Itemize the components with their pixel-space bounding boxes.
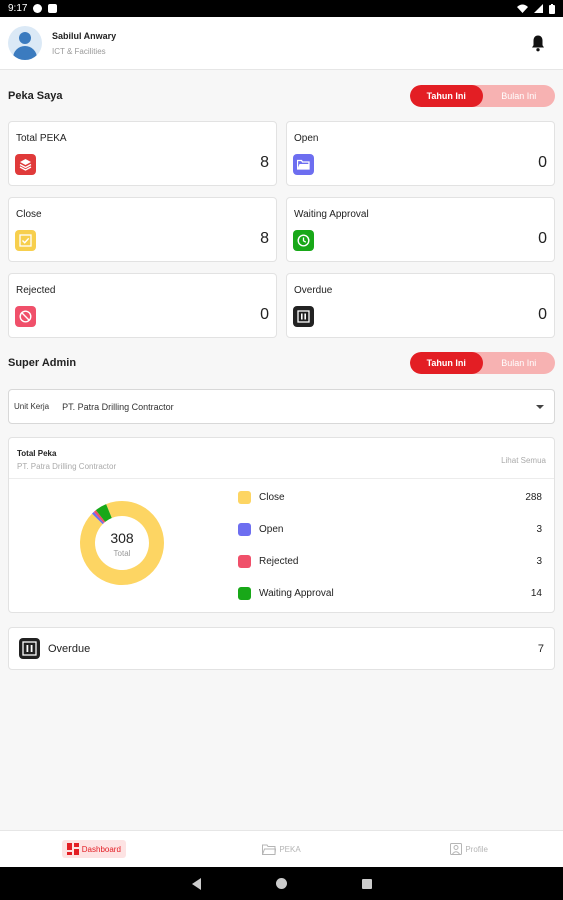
overdue-value: 7 [537, 642, 544, 655]
card-label: Rejected [16, 285, 56, 296]
card-label: Total PEKA [16, 133, 67, 144]
card-value: 0 [538, 230, 547, 247]
legend-label: Open [259, 523, 284, 535]
nav-peka-label: PEKA [279, 844, 301, 854]
tab-tahun-ini[interactable]: Tahun Ini [410, 352, 483, 374]
dashboard-icon [66, 843, 79, 855]
card-value: 0 [538, 306, 547, 323]
card-value: 0 [538, 154, 547, 171]
card-label: Close [16, 209, 42, 220]
status-bar: 9:17 [0, 0, 563, 17]
pause-box-icon [19, 638, 40, 659]
card-value: 0 [260, 306, 269, 323]
nav-profile[interactable]: Profile [375, 843, 563, 855]
legend-label: Close [259, 491, 285, 503]
app-notification-icon [33, 4, 43, 13]
prohibited-icon [15, 306, 36, 327]
folder-icon [262, 844, 277, 855]
card-value: 8 [260, 230, 269, 247]
donut-total: 308 [110, 530, 134, 546]
unit-kerja-label: Unit Kerja [14, 402, 50, 411]
user-info: Sabilul Anwary ICT & Facilities [52, 31, 116, 56]
storage-icon [48, 4, 58, 13]
user-name: Sabilul Anwary [52, 30, 117, 41]
stat-card-open[interactable]: Open 0 [286, 121, 555, 186]
check-square-icon [15, 230, 36, 251]
status-time: 9:17 [8, 3, 28, 14]
legend-item-rejected: Rejected 3 [238, 553, 542, 569]
card-label: Overdue [294, 285, 333, 296]
total-peka-card: Total Peka PT. Patra Drilling Contractor… [8, 437, 555, 613]
period-toggle: Tahun Ini Bulan Ini [410, 352, 555, 374]
legend-item-close: Close 288 [238, 489, 542, 505]
profile-icon [450, 843, 463, 855]
see-all-link[interactable]: Lihat Semua [501, 456, 546, 465]
nav-dashboard-label: Dashboard [81, 844, 121, 854]
unit-kerja-select[interactable]: Unit Kerja PT. Patra Drilling Contractor [8, 389, 555, 424]
caret-down-icon [536, 404, 544, 409]
system-nav-bar [0, 867, 563, 900]
unit-kerja-value: PT. Patra Drilling Contractor [62, 401, 174, 412]
period-toggle: Tahun Ini Bulan Ini [410, 85, 555, 107]
legend-swatch [238, 586, 251, 600]
stat-card-close[interactable]: Close 8 [8, 197, 277, 262]
stat-card-overdue[interactable]: Overdue 0 [286, 273, 555, 338]
peka-saya-header: Peka Saya Tahun Ini Bulan Ini [8, 84, 555, 108]
legend-swatch [238, 522, 251, 536]
legend-label: Rejected [259, 555, 299, 567]
tab-tahun-ini[interactable]: Tahun Ini [410, 85, 483, 107]
nav-profile-label: Profile [465, 844, 489, 854]
layers-icon [15, 154, 36, 175]
card-label: Open [294, 133, 319, 144]
user-department: ICT & Facilities [52, 46, 106, 56]
summary-title: Total Peka [17, 449, 57, 458]
legend-swatch [238, 554, 251, 568]
stat-card-rejected[interactable]: Rejected 0 [8, 273, 277, 338]
summary-subtitle: PT. Patra Drilling Contractor [17, 462, 117, 471]
pause-box-icon [293, 306, 314, 327]
signal-icon [534, 4, 543, 13]
app-header: Sabilul Anwary ICT & Facilities [0, 17, 563, 70]
legend-item-open: Open 3 [238, 521, 542, 537]
legend-value: 3 [536, 523, 542, 535]
divider [9, 478, 554, 479]
wifi-icon [517, 4, 528, 13]
nav-peka[interactable]: PEKA [188, 844, 376, 855]
folder-open-icon [293, 154, 314, 175]
super-admin-header: Super Admin Tahun Ini Bulan Ini [8, 351, 555, 375]
avatar[interactable] [8, 26, 42, 60]
legend-value: 288 [525, 491, 542, 503]
legend-value: 3 [536, 555, 542, 567]
tab-bulan-ini[interactable]: Bulan Ini [483, 85, 556, 107]
tab-bulan-ini[interactable]: Bulan Ini [483, 352, 556, 374]
legend-value: 14 [530, 587, 542, 599]
stat-card-total-peka[interactable]: Total PEKA 8 [8, 121, 277, 186]
bottom-nav: Dashboard PEKA Profile [0, 830, 563, 867]
bell-icon[interactable] [529, 34, 547, 52]
battery-icon [549, 3, 555, 14]
legend-swatch [238, 490, 251, 504]
back-icon[interactable] [191, 877, 201, 890]
legend-item-waiting-approval: Waiting Approval 14 [238, 585, 542, 601]
donut-caption: Total [113, 549, 131, 558]
stat-card-waiting-approval[interactable]: Waiting Approval 0 [286, 197, 555, 262]
nav-dashboard[interactable]: Dashboard [0, 840, 188, 858]
overdue-label: Overdue [48, 642, 91, 655]
recents-icon[interactable] [361, 878, 372, 889]
section-title: Super Admin [8, 357, 77, 369]
card-label: Waiting Approval [294, 209, 369, 220]
card-value: 8 [260, 154, 269, 171]
clock-icon [293, 230, 314, 251]
home-icon[interactable] [275, 878, 287, 889]
legend-label: Waiting Approval [259, 587, 334, 599]
section-title: Peka Saya [8, 90, 63, 102]
overdue-card[interactable]: Overdue 7 [8, 627, 555, 670]
